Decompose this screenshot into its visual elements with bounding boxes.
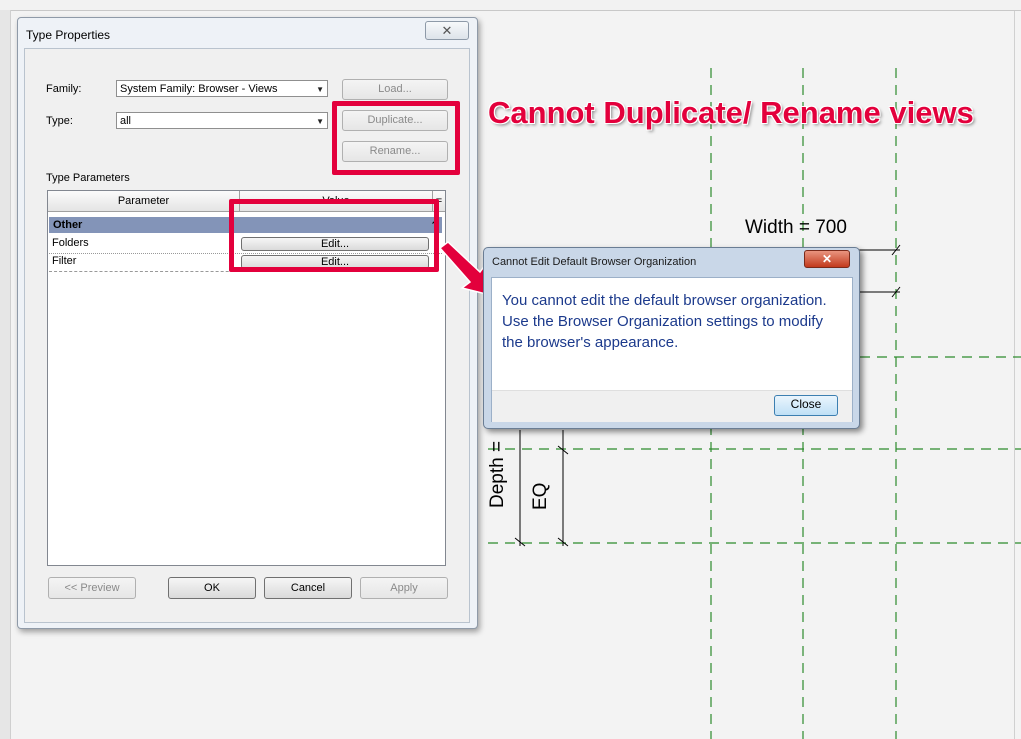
type-select[interactable]: all ▼	[116, 112, 328, 129]
chevron-down-icon: ▼	[316, 117, 324, 126]
type-parameters-label: Type Parameters	[46, 172, 130, 184]
family-label: Family:	[46, 83, 82, 95]
error-dialog: Cannot Edit Default Browser Organization…	[483, 247, 860, 429]
group-label: Other	[53, 219, 83, 231]
chevron-down-icon: ▼	[316, 85, 324, 94]
depth-label: Depth =	[487, 440, 508, 508]
column-header-parameter[interactable]: Parameter	[48, 191, 240, 212]
dialog-title: Type Properties	[26, 28, 111, 42]
family-value: System Family: Browser - Views	[120, 83, 278, 95]
parameter-name-folders: Folders	[52, 237, 89, 249]
type-label: Type:	[46, 115, 73, 127]
close-icon[interactable]: ✕	[425, 21, 469, 40]
ok-button[interactable]: OK	[168, 577, 256, 599]
close-icon[interactable]: ✕	[804, 250, 850, 268]
type-value: all	[120, 115, 132, 127]
eq-vertical-label: EQ	[530, 482, 551, 510]
dialog-body: Family: System Family: Browser - Views ▼…	[24, 48, 470, 623]
error-dialog-footer: Close	[492, 390, 852, 422]
cancel-button[interactable]: Cancel	[264, 577, 352, 599]
type-properties-dialog: Type Properties ✕ Family: System Family:…	[17, 17, 478, 629]
family-select[interactable]: System Family: Browser - Views ▼	[116, 80, 328, 97]
highlight-duplicate-rename	[332, 101, 460, 175]
highlight-edit-buttons	[229, 199, 439, 272]
error-message: You cannot edit the default browser orga…	[502, 292, 827, 351]
apply-button[interactable]: Apply	[360, 577, 448, 599]
width-label: Width = 700	[745, 217, 847, 238]
preview-button[interactable]: << Preview	[48, 577, 136, 599]
annotation-headline: Cannot Duplicate/ Rename views	[488, 95, 974, 130]
load-button[interactable]: Load...	[342, 79, 448, 100]
parameter-name-filter: Filter	[52, 255, 77, 267]
close-button[interactable]: Close	[774, 395, 838, 416]
row-divider	[49, 271, 259, 272]
error-dialog-body: You cannot edit the default browser orga…	[491, 277, 853, 422]
error-dialog-title: Cannot Edit Default Browser Organization	[492, 256, 697, 268]
